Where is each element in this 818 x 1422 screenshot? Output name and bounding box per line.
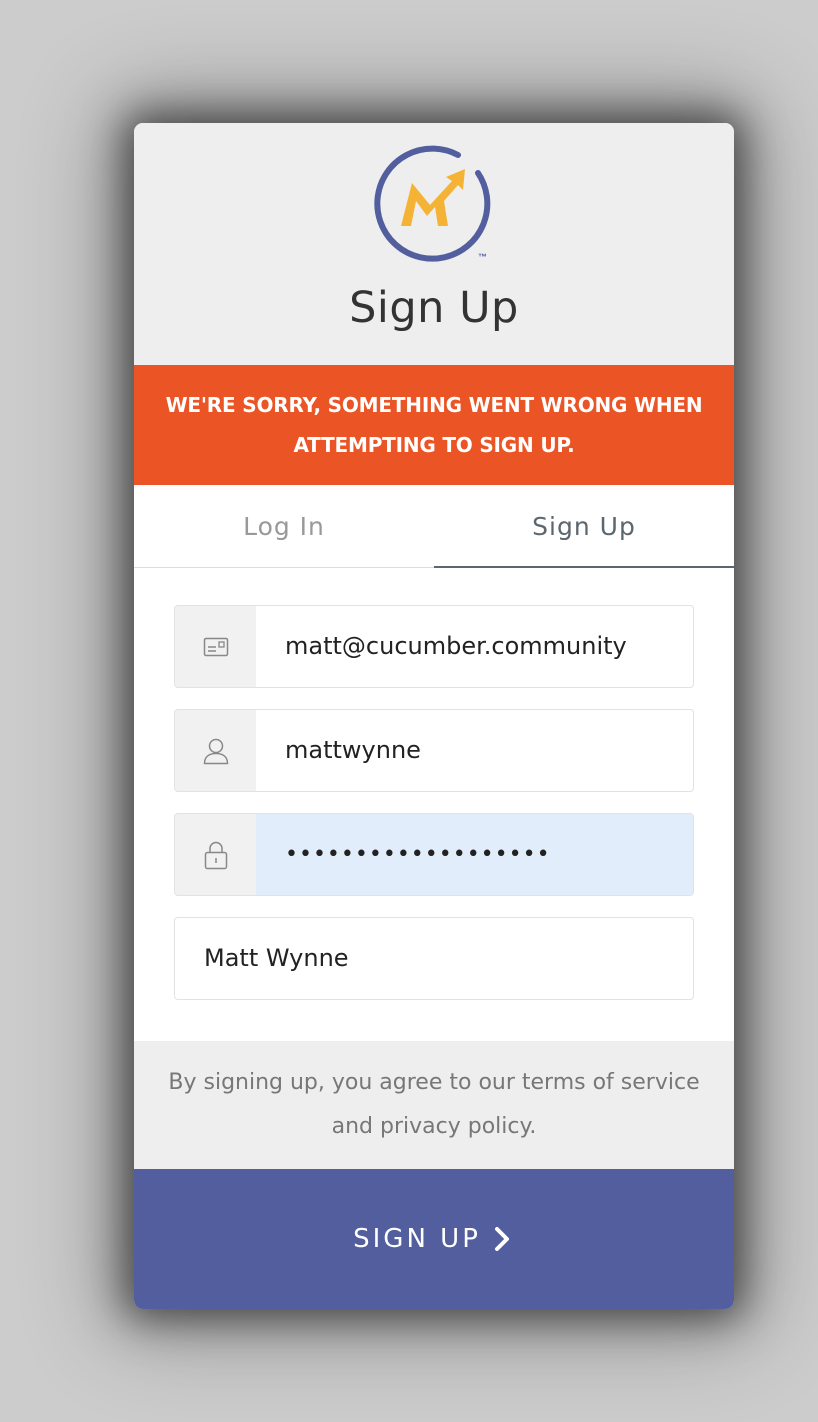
email-icon <box>203 637 228 656</box>
header: ™ Sign Up <box>134 123 734 365</box>
password-icon-box <box>175 814 256 895</box>
email-field[interactable]: matt@cucumber.community <box>174 605 694 688</box>
name-value[interactable]: Matt Wynne <box>204 918 349 999</box>
username-icon-box <box>175 710 256 791</box>
sign-up-button-label: SIGN UP <box>353 1224 481 1254</box>
error-message: WE'RE SORRY, SOMETHING WENT WRONG WHEN A… <box>165 393 703 457</box>
terms-text: By signing up, you agree to our terms of… <box>168 1070 700 1139</box>
user-icon <box>203 738 228 764</box>
name-field[interactable]: Matt Wynne <box>174 917 694 1000</box>
email-value[interactable]: matt@cucumber.community <box>285 606 627 687</box>
auth-tabs: Log In Sign Up <box>134 485 734 568</box>
password-value[interactable]: ••••••••••••••••••• <box>285 814 551 895</box>
signup-form: matt@cucumber.community mattwynne •••••• <box>134 568 734 1041</box>
terms-notice: By signing up, you agree to our terms of… <box>134 1041 734 1169</box>
tab-sign-up[interactable]: Sign Up <box>434 485 734 568</box>
tab-log-in[interactable]: Log In <box>134 485 434 567</box>
lock-icon <box>204 841 227 869</box>
svg-text:™: ™ <box>478 252 487 262</box>
signup-card: ™ Sign Up WE'RE SORRY, SOMETHING WENT WR… <box>134 123 734 1309</box>
error-banner: WE'RE SORRY, SOMETHING WENT WRONG WHEN A… <box>134 365 734 485</box>
chevron-right-icon <box>494 1227 509 1251</box>
password-field[interactable]: ••••••••••••••••••• <box>174 813 694 896</box>
brand-logo: ™ <box>374 145 491 262</box>
username-field[interactable]: mattwynne <box>174 709 694 792</box>
page-title: Sign Up <box>349 283 519 333</box>
email-icon-box <box>175 606 256 687</box>
sign-up-button[interactable]: SIGN UP <box>134 1169 734 1309</box>
username-value[interactable]: mattwynne <box>285 710 421 791</box>
